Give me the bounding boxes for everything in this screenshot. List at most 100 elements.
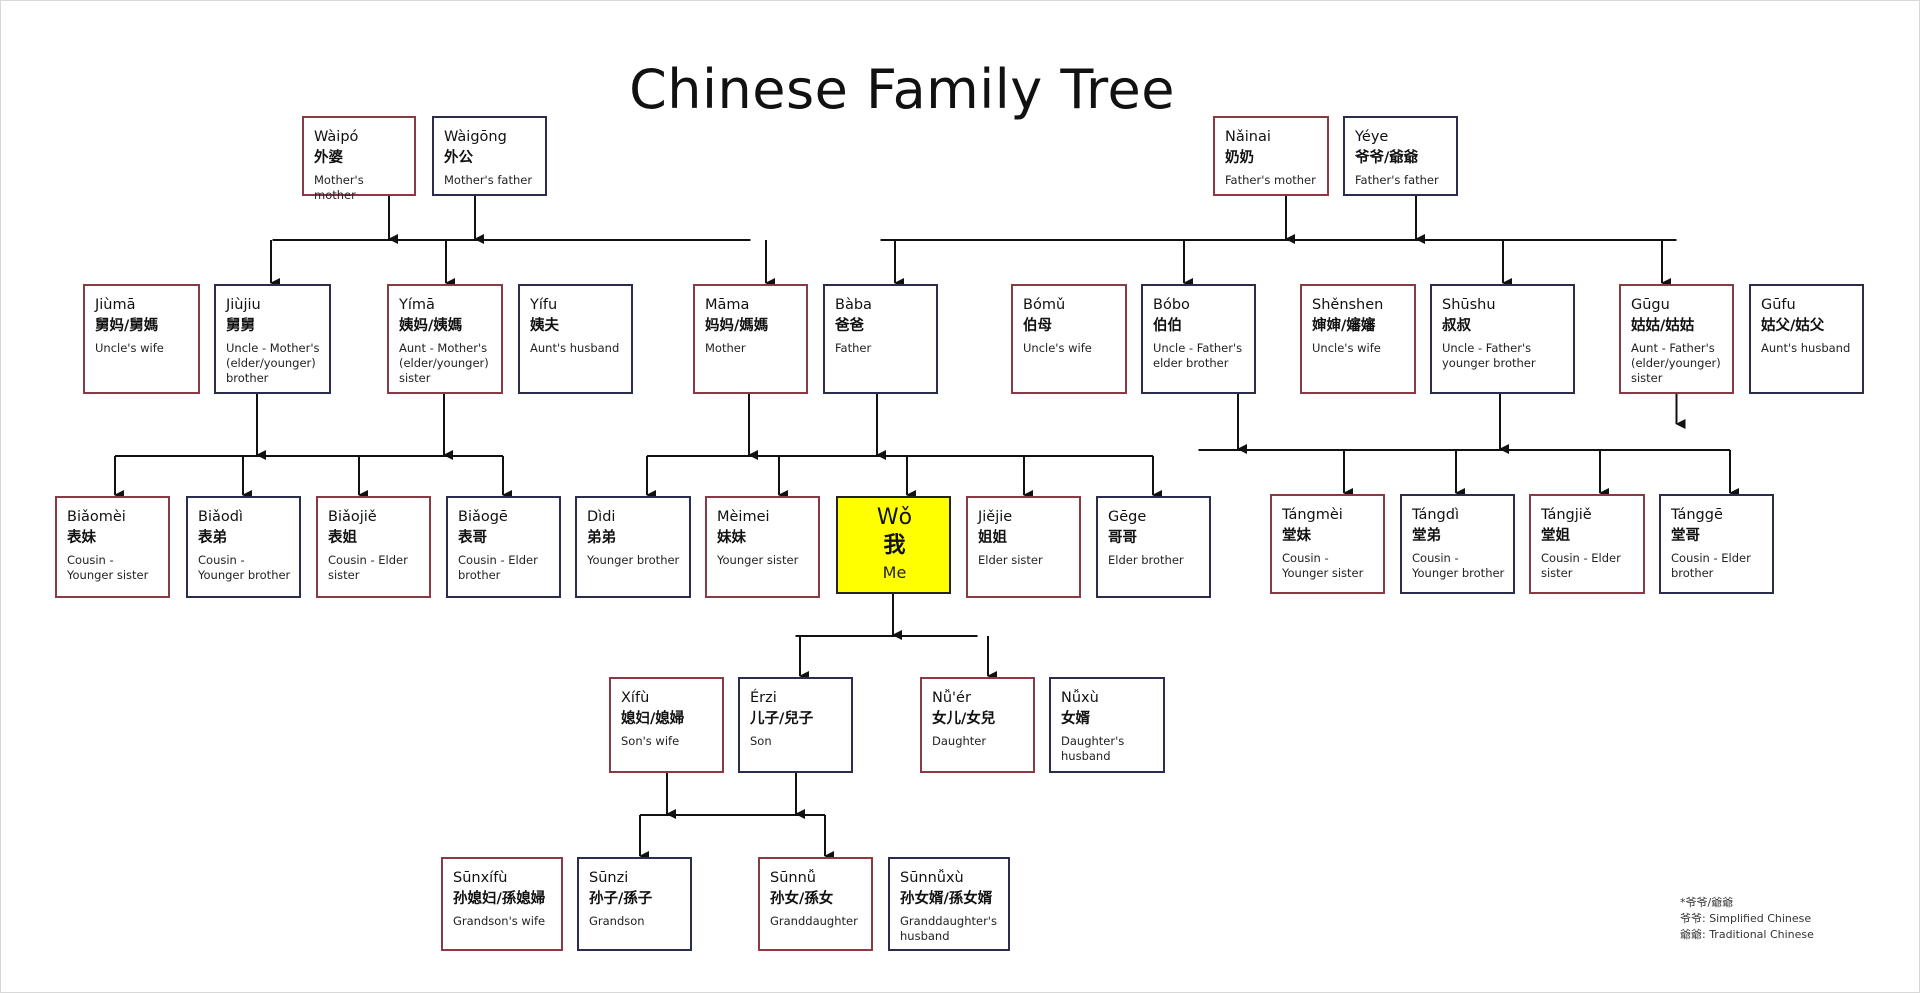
node-pinyin: Sūnnǚxù [900,870,964,886]
node-hanzi: 姐姐 [978,530,1007,546]
node-hanzi: 叔叔 [1442,318,1471,334]
node-pinyin: Yímā [399,297,435,313]
node-pinyin: Sūnnǚ [770,870,816,886]
node-pinyin: Biǎomèi [67,509,126,525]
node-pinyin: Gēge [1108,509,1147,525]
node-pinyin: Yífu [530,297,558,313]
node-xifu: Xífù 媳妇/媳婦 Son's wife [609,677,724,773]
node-hanzi: 姑姑/姑姑 [1631,318,1695,334]
node-pinyin: Nǚxù [1061,690,1099,706]
node-english: Uncle's wife [1023,341,1092,355]
node-pinyin: Bóbo [1153,297,1190,313]
node-hanzi: 伯伯 [1153,318,1182,334]
node-pinyin: Gūfu [1761,297,1796,313]
node-tangge: Tánggē 堂哥 Cousin - Elder brother [1659,494,1774,594]
node-hanzi: 弟弟 [587,530,616,546]
node-pinyin: Biǎogē [458,509,508,525]
legend: *爷爷/爺爺 爷爷: Simplified Chinese 爺爺: Tradit… [1680,895,1814,943]
node-waipo: Wàipó 外婆 Mother's mother [302,116,416,202]
node-english: Father [835,341,872,355]
node-hanzi: 伯母 [1023,318,1052,334]
node-english: Mother's father [444,173,533,187]
node-english: Cousin - Elder sister [328,553,408,582]
node-pinyin: Dìdi [587,509,616,525]
node-pinyin: Biǎojiě [328,509,377,525]
node-biaojie: Biǎojiě 表姐 Cousin - Elder sister [316,496,431,598]
node-pinyin: Tánggē [1671,507,1723,523]
node-bobo: Bóbo 伯伯 Uncle - Father's elder brother [1141,284,1256,394]
node-hanzi: 爸爸 [835,318,864,334]
node-hanzi: 孙媳妇/孫媳婦 [453,891,546,907]
node-bomu: Bómǔ 伯母 Uncle's wife [1011,284,1127,394]
node-hanzi: 姑父/姑父 [1761,318,1825,334]
node-pinyin: Bómǔ [1023,297,1066,313]
node-english: Cousin - Elder brother [1671,551,1751,580]
node-hanzi: 表姐 [328,530,357,546]
node-english: Cousin - Elder sister [1541,551,1621,580]
node-hanzi: 妈妈/媽媽 [705,318,769,334]
node-wo: Wǒ 我 Me [836,496,951,594]
node-hanzi: 表妹 [67,530,96,546]
node-pinyin: Wàipó [314,129,359,145]
node-hanzi: 儿子/兒子 [750,711,814,727]
node-jiejie: Jiějie 姐姐 Elder sister [966,496,1081,598]
node-hanzi: 舅妈/舅媽 [95,318,159,334]
node-english: Younger brother [587,553,680,567]
node-hanzi: 女婿 [1061,711,1090,727]
node-pinyin: Yéye [1355,129,1389,145]
legend-traditional: 爺爺: Traditional Chinese [1680,928,1814,941]
node-english: Grandson [589,914,645,928]
node-jiuma: Jiùmā 舅妈/舅媽 Uncle's wife [83,284,200,394]
node-english: Mother [705,341,746,355]
node-english: Cousin - Younger brother [1412,551,1505,580]
node-english: Grandson's wife [453,914,546,928]
node-shenshen: Shěnshen 婶婶/嬸嬸 Uncle's wife [1300,284,1416,394]
node-pinyin: Mèimei [717,509,770,525]
node-nainai: Nǎinai 奶奶 Father's mother [1213,116,1329,196]
node-meimei: Mèimei 妹妹 Younger sister [705,496,820,598]
node-hanzi: 堂妹 [1282,528,1311,544]
node-hanzi: 堂姐 [1541,528,1570,544]
node-pinyin: Bàba [835,297,872,313]
node-english: Uncle - Father's younger brother [1442,341,1536,370]
node-pinyin: Sūnzi [589,870,629,886]
node-english: Younger sister [717,553,799,567]
node-english: Uncle's wife [1312,341,1381,355]
node-hanzi: 奶奶 [1225,150,1254,166]
node-sunnuxu: Sūnnǚxù 孙女婿/孫女婿 Granddaughter's husband [888,857,1010,951]
node-gufu: Gūfu 姑父/姑父 Aunt's husband [1749,284,1864,394]
node-hanzi: 表弟 [198,530,227,546]
node-erzi: Érzi 儿子/兒子 Son [738,677,853,773]
node-english: Father's father [1355,173,1439,187]
node-english: Uncle's wife [95,341,164,355]
node-yima: Yímā 姨妈/姨媽 Aunt - Mother's (elder/younger)… [387,284,503,394]
node-pinyin: Shūshu [1442,297,1496,313]
node-hanzi: 表哥 [458,530,487,546]
node-english: Cousin - Younger sister [67,553,149,582]
node-pinyin: Shěnshen [1312,297,1384,313]
node-sunnu: Sūnnǚ 孙女/孫女 Granddaughter [758,857,873,951]
node-pinyin: Wǒ [876,505,913,530]
node-english: Elder sister [978,553,1043,567]
node-english: Aunt - Mother's (elder/younger) sister [399,341,489,385]
node-english: Aunt's husband [530,341,620,355]
node-hanzi: 妹妹 [717,530,746,546]
node-biaoge: Biǎogē 表哥 Cousin - Elder brother [446,496,561,598]
node-pinyin: Gūgu [1631,297,1670,313]
node-english: Granddaughter's husband [900,914,997,943]
node-jiujiu: Jiùjiu 舅舅 Uncle - Mother's (elder/younger)… [214,284,331,394]
node-pinyin: Biǎodì [198,509,243,525]
node-hanzi: 堂弟 [1412,528,1441,544]
node-english: Son [750,734,772,748]
node-hanzi: 我 [883,533,906,558]
node-hanzi: 外公 [444,150,473,166]
node-tangjie: Tángjiě 堂姐 Cousin - Elder sister [1529,494,1645,594]
node-english: Aunt - Father's (elder/younger) sister [1631,341,1721,385]
node-english: Aunt's husband [1761,341,1851,355]
node-pinyin: Tángjiě [1541,507,1592,523]
node-mama: Māma 妈妈/媽媽 Mother [693,284,808,394]
node-hanzi: 孙女婿/孫女婿 [900,891,993,907]
node-hanzi: 姨夫 [530,318,559,334]
node-tangmei: Tángmèi 堂妹 Cousin - Younger sister [1270,494,1385,594]
node-tangdi: Tángdì 堂弟 Cousin - Younger brother [1400,494,1515,594]
